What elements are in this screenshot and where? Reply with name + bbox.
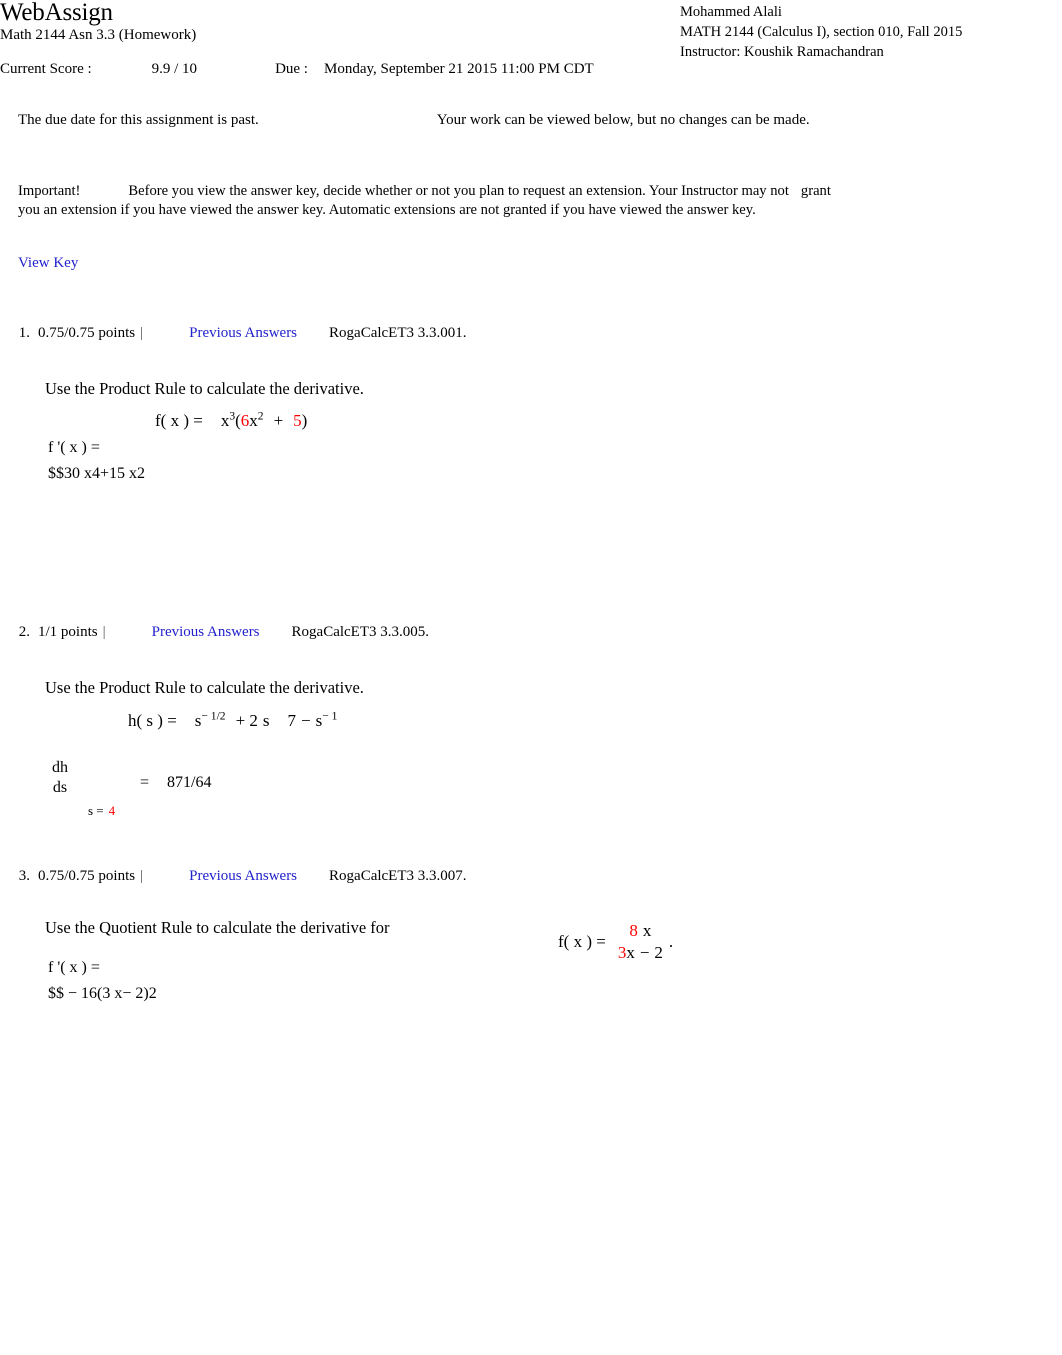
question-block-3: 3. 0.75/0.75 points | Previous Answers RogaC… [0,868,1062,1002]
function-expression-3: f( x ) = 8x 3x −2 . [558,920,673,964]
due-date-label: Due : [275,61,308,77]
question-number: 3. [18,868,30,884]
question-header-2: 2. 1/1 points | Previous Answers RogaCalcET3… [0,624,1062,646]
question-number: 1. [18,325,30,341]
question-points: 0.75/0.75 points [38,325,136,341]
problem-code-1: RogaCalcET3 3.3.001. [329,325,467,341]
term2-plus: + 2 [235,711,258,730]
page-header: WebAssign Math 2144 Asn 3.3 (Homework) M… [0,0,1062,86]
assignment-title: Math 2144 Asn 3.3 (Homework) [0,27,197,43]
question-block-1: 1. 0.75/0.75 points | Previous Answers RogaC… [0,325,1062,482]
variable-x-1: x [249,411,258,430]
question-header-3: 3. 0.75/0.75 points | Previous Answers RogaC… [0,868,1062,890]
question-block-2: 2. 1/1 points | Previous Answers RogaCalcET3… [0,624,1062,818]
current-score-value: 9.9 / 10 [151,61,198,77]
question-prompt-1: Use the Product Rule to calculate the de… [45,379,364,398]
student-info-block: Mohammed Alali MATH 2144 (Calculus I), s… [680,2,962,62]
answer-value-3[interactable]: $$ − 16(3 x− 2)2 [48,985,157,1003]
question-separator: | [102,624,106,640]
dh-ds-fraction: dh ds [52,758,68,798]
current-score-label: Current Score : [0,61,92,77]
important-text-part-3: answer key. [686,202,756,218]
question-header-1: 1. 0.75/0.75 points | Previous Answers RogaC… [0,325,1062,347]
due-date-value: Monday, September 21 2015 11:00 PM CDT [323,61,594,77]
paren-close-1: ) [301,411,308,430]
problem-code-2: RogaCalcET3 3.3.005. [291,624,430,640]
numerator-variable: x [642,921,652,940]
answer-label-3: f '( x ) = [48,959,100,976]
important-text-not: not [770,183,789,199]
answer-row-2: = 871/64 [140,774,211,792]
evaluation-subscript-2: s = 4 [88,803,115,819]
plus-sign-1: + [273,411,284,430]
question-points: 0.75/0.75 points [38,868,136,884]
question-separator: | [140,868,144,884]
answer-value-2[interactable]: 871/64 [167,774,211,791]
question-prompt-3: Use the Quotient Rule to calculate the d… [45,918,390,937]
view-only-text: Your work can be viewed below, but no ch… [436,112,810,128]
equals-sign-2: = [140,774,150,791]
previous-answers-link-3[interactable]: Previous Answers [189,868,297,885]
eval-value: 4 [108,803,116,818]
function-label-2: h( s ) = [128,711,177,730]
score-and-due-row: Current Score : 9.9 / 10 Due : Monday, Sept… [0,61,594,78]
numerator-coefficient: 8 [629,921,638,940]
app-logo-webassign: WebAssign [0,0,113,26]
denominator-variable: x [626,943,635,962]
function-expression-2: h( s ) = s− 1/2 + 2 s 7− s− 1 [128,709,338,731]
function-label-1: f( x ) = [155,411,203,430]
student-name: Mohammed Alali [680,4,782,20]
period-3: . [668,932,674,951]
term3-minus: − [301,711,311,730]
previous-answers-link-2[interactable]: Previous Answers [152,624,260,641]
answer-label-1: f '( x ) = [48,439,100,456]
important-label: Important! [18,183,81,199]
term3-number: 7 [287,711,297,730]
fraction-denominator: 3x −2 [618,942,663,964]
view-key-link[interactable]: View Key [18,255,78,272]
derivative-denominator: ds [52,779,68,796]
denominator-minus: − [639,943,650,962]
derivative-notation-2: dh ds [52,758,68,798]
question-separator: | [140,325,144,341]
answer-value-1[interactable]: $$30 x4+15 x2 [48,465,145,483]
function-label-3: f( x ) = [558,932,606,951]
problem-code-3: RogaCalcET3 3.3.007. [329,868,467,884]
course-info: MATH 2144 (Calculus I), section 010, Fal… [680,24,963,40]
fraction-numerator: 8x [618,920,663,942]
coefficient-6: 6 [240,411,250,430]
previous-answers-link-1[interactable]: Previous Answers [189,325,297,342]
constant-5: 5 [293,411,302,430]
denominator-constant: 2 [654,943,663,962]
important-notice: Important! Before you view the answer key… [18,182,848,220]
eval-variable: s = [88,803,104,818]
derivative-numerator: dh [52,759,68,776]
past-due-notice: The due date for this assignment is past… [18,112,810,129]
past-due-text: The due date for this assignment is past… [18,112,259,128]
question-points: 1/1 points [38,624,98,640]
term2-variable: s [262,711,270,730]
term1-exponent: − 1/2 [201,709,226,723]
function-expression-1: f( x ) = x3(6x2 +5) [155,409,308,431]
instructor-info: Instructor: Koushik Ramachandran [680,44,884,60]
variable-exponent-1: 2 [257,409,264,423]
term4-exponent: − 1 [322,709,338,723]
question-prompt-2: Use the Product Rule to calculate the de… [45,678,364,697]
quotient-fraction: 8x 3x −2 [618,920,663,964]
important-text-part-1: Before you view the answer key, decide w… [128,183,767,199]
question-number: 2. [18,624,30,640]
